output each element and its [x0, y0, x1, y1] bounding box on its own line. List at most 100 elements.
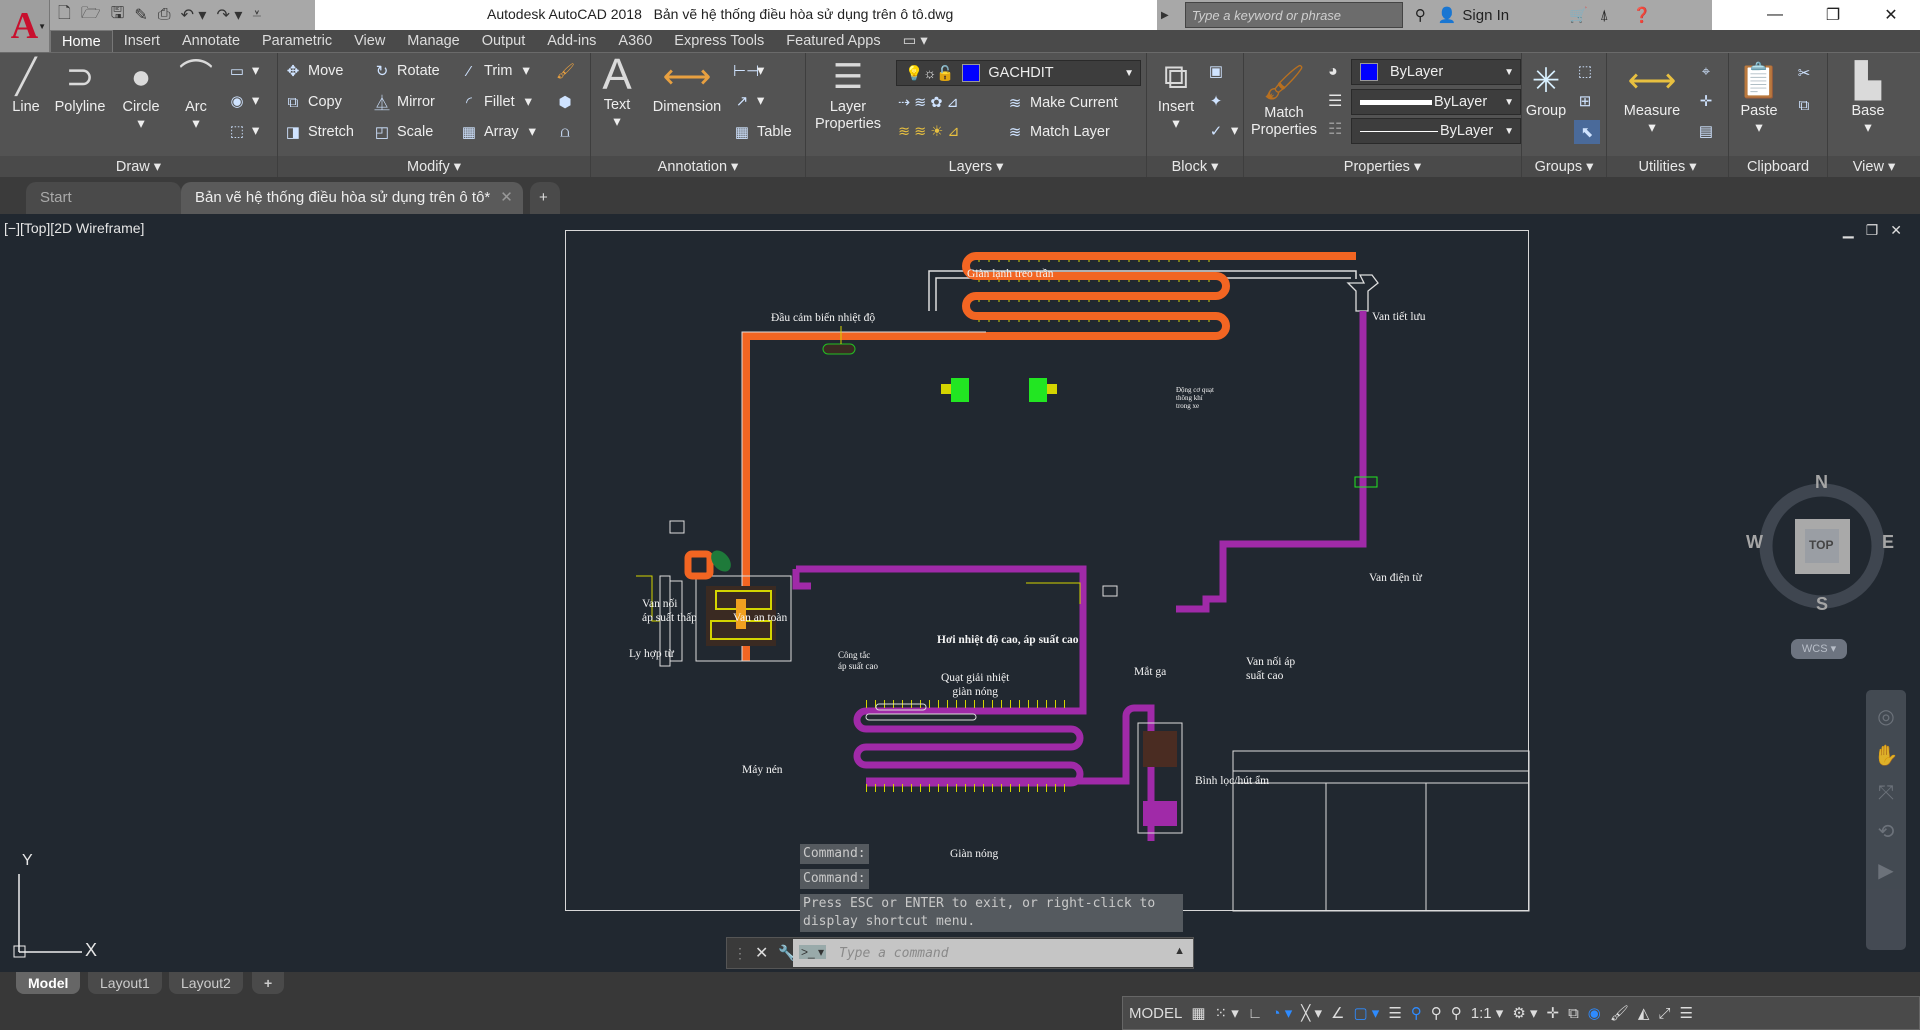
- tab-parametric[interactable]: Parametric: [251, 30, 343, 52]
- start-tab[interactable]: Start: [26, 182, 181, 214]
- tab-featured-apps[interactable]: Featured Apps: [775, 30, 891, 52]
- lineweight-dropdown[interactable]: ByLayer ▼: [1351, 89, 1521, 115]
- tab-output[interactable]: Output: [471, 30, 537, 52]
- quick-select-button[interactable]: ⌖: [1697, 59, 1715, 83]
- utilities-panel-label[interactable]: Utilities ▾: [1607, 156, 1728, 178]
- compass-east[interactable]: E: [1882, 532, 1894, 553]
- redo-icon[interactable]: ↷ ▾: [216, 5, 242, 25]
- layer-dropdown[interactable]: 💡☼🔓 GACHDIT ▼: [896, 60, 1141, 86]
- object-snap-tracking-icon[interactable]: ∠: [1331, 1004, 1344, 1022]
- viewcube-top-face[interactable]: TOP: [1809, 538, 1833, 552]
- measure-button[interactable]: ⟷ Measure ▾: [1617, 59, 1687, 137]
- search-input[interactable]: [1184, 2, 1403, 28]
- command-history-toggle-icon[interactable]: ▲: [1174, 945, 1185, 957]
- tab-express-tools[interactable]: Express Tools: [663, 30, 775, 52]
- a360-icon[interactable]: ⍋: [1600, 7, 1609, 24]
- viewport-controls-label[interactable]: [−][Top][2D Wireframe]: [4, 220, 144, 236]
- isodraft-icon[interactable]: ╳ ▾: [1301, 1004, 1322, 1022]
- annotation-monitor-icon[interactable]: ✛: [1546, 1004, 1559, 1022]
- cart-icon[interactable]: 🛒: [1569, 6, 1588, 24]
- new-layout-button[interactable]: +: [252, 972, 285, 994]
- snap-icon[interactable]: ⁙ ▾: [1215, 1004, 1239, 1022]
- tab-add-ins[interactable]: Add-ins: [536, 30, 607, 52]
- ungroup-button[interactable]: ⬚: [1576, 59, 1594, 83]
- viewport-close-icon[interactable]: ✕: [1890, 222, 1902, 239]
- make-current-button[interactable]: ≋ Make Current: [1006, 91, 1118, 115]
- linear-dim-button[interactable]: ⊢⊣ ▾: [733, 59, 764, 83]
- annotation-visibility-icon[interactable]: ⚲: [1411, 1004, 1422, 1022]
- match-layer-button[interactable]: ≋ Match Layer: [1006, 120, 1110, 144]
- close-command-line-icon[interactable]: ✕: [755, 943, 768, 963]
- block-panel-label[interactable]: Block ▾: [1147, 156, 1243, 178]
- tab-a360[interactable]: A360: [607, 30, 663, 52]
- calculator-button[interactable]: ▤: [1697, 119, 1715, 143]
- fillet-button[interactable]: ◜ Fillet ▾: [460, 90, 532, 114]
- boundary-button[interactable]: ⬚ ▾: [228, 119, 259, 143]
- ortho-icon[interactable]: ∟: [1248, 1005, 1263, 1022]
- document-tab[interactable]: Bản vẽ hệ thống điều hòa sử dụng trên ô …: [181, 182, 523, 214]
- base-button[interactable]: ▙ Base ▾: [1838, 59, 1898, 137]
- properties-panel-label[interactable]: Properties ▾: [1244, 156, 1521, 178]
- cut-button[interactable]: ✂: [1795, 61, 1813, 85]
- mirror-button[interactable]: ⏅ Mirror: [373, 90, 434, 114]
- viewcube[interactable]: N S E W TOP: [1746, 472, 1894, 616]
- steering-wheel-icon[interactable]: ◎: [1866, 704, 1906, 729]
- close-icon[interactable]: ✕: [1862, 0, 1920, 30]
- group-button[interactable]: ✳ Group: [1524, 59, 1568, 120]
- tab-model[interactable]: Model: [16, 972, 81, 994]
- customize-icon[interactable]: ⩡: [252, 6, 261, 24]
- undo-icon[interactable]: ↶ ▾: [181, 5, 207, 25]
- compass-north[interactable]: N: [1815, 472, 1828, 493]
- command-prompt-icon[interactable]: >_ ▾: [799, 945, 827, 959]
- close-tab-icon[interactable]: ✕: [500, 189, 513, 206]
- paste-button[interactable]: 📋 Paste ▾: [1735, 59, 1783, 137]
- ribbon-toggle-icon[interactable]: ▭ ▾: [892, 30, 939, 52]
- clean-screen-icon[interactable]: ⤢: [1658, 1005, 1670, 1022]
- clipboard-panel-label[interactable]: Clipboard: [1729, 156, 1827, 178]
- compass-west[interactable]: W: [1746, 532, 1763, 553]
- rectangle-button[interactable]: ▭ ▾: [228, 59, 259, 83]
- edit-attributes-button[interactable]: ✓ ▾: [1207, 119, 1239, 143]
- dimension-button[interactable]: ⟷ Dimension: [647, 55, 727, 116]
- edit-block-button[interactable]: ✦: [1207, 89, 1225, 113]
- view-panel-label[interactable]: View ▾: [1828, 156, 1920, 178]
- restore-icon[interactable]: ❐: [1804, 0, 1862, 30]
- minimize-icon[interactable]: —: [1746, 0, 1804, 30]
- insert-button[interactable]: ⧉ Insert ▾: [1151, 55, 1201, 133]
- group-selection-toggle[interactable]: ⬉: [1574, 120, 1600, 144]
- orbit-icon[interactable]: ⟲: [1866, 819, 1906, 844]
- layers-panel-label[interactable]: Layers ▾: [806, 156, 1146, 178]
- array-button[interactable]: ▦ Array ▾: [460, 120, 536, 144]
- binoculars-icon[interactable]: ⚲: [1415, 6, 1426, 24]
- quick-properties-icon[interactable]: ◉: [1588, 1004, 1601, 1022]
- layer-properties-button[interactable]: ☰ Layer Properties: [808, 55, 888, 133]
- grid-icon[interactable]: ▦: [1191, 1004, 1205, 1022]
- draw-panel-label[interactable]: Draw ▾: [0, 156, 277, 178]
- new-tab-button[interactable]: +: [530, 182, 560, 214]
- customization-menu-icon[interactable]: ☰: [1679, 1004, 1692, 1022]
- command-input[interactable]: [793, 939, 1193, 967]
- drawing-viewport[interactable]: [−][Top][2D Wireframe] ▁ ❐ ✕ Giàn lạnh t…: [0, 214, 1920, 972]
- annotation-scale-dropdown[interactable]: 1:1 ▾: [1471, 1004, 1504, 1022]
- save-as-icon[interactable]: ✎: [134, 5, 147, 25]
- layer-tools-row-1[interactable]: ⇢ ≋ ✿ ⊿: [898, 91, 959, 115]
- rotate-button[interactable]: ↻ Rotate: [373, 59, 440, 83]
- point-button[interactable]: ✛: [1697, 89, 1715, 113]
- sign-in-button[interactable]: Sign In: [1462, 7, 1509, 24]
- plot-icon[interactable]: ⎙: [158, 6, 171, 24]
- polyline-button[interactable]: ⊃ Polyline: [50, 55, 110, 116]
- pan-icon[interactable]: ✋: [1866, 743, 1906, 768]
- isolate-objects-icon[interactable]: 🖌: [1610, 1004, 1629, 1022]
- copy-clip-button[interactable]: ⧉: [1795, 93, 1813, 117]
- open-icon[interactable]: 🗁: [81, 2, 101, 29]
- tab-layout2[interactable]: Layout2: [169, 972, 243, 994]
- tab-insert[interactable]: Insert: [113, 30, 171, 52]
- copy-button[interactable]: ⧉ Copy: [284, 90, 342, 114]
- text-button[interactable]: A Text ▾: [597, 53, 637, 131]
- leader-button[interactable]: ↗ ▾: [733, 89, 765, 113]
- viewport-restore-icon[interactable]: ❐: [1866, 222, 1879, 239]
- group-edit-button[interactable]: ⊞: [1576, 89, 1594, 113]
- auto-scale-icon[interactable]: ⚲: [1431, 1004, 1442, 1022]
- user-icon[interactable]: 👤: [1438, 6, 1457, 24]
- wcs-dropdown[interactable]: WCS ▾: [1791, 639, 1847, 659]
